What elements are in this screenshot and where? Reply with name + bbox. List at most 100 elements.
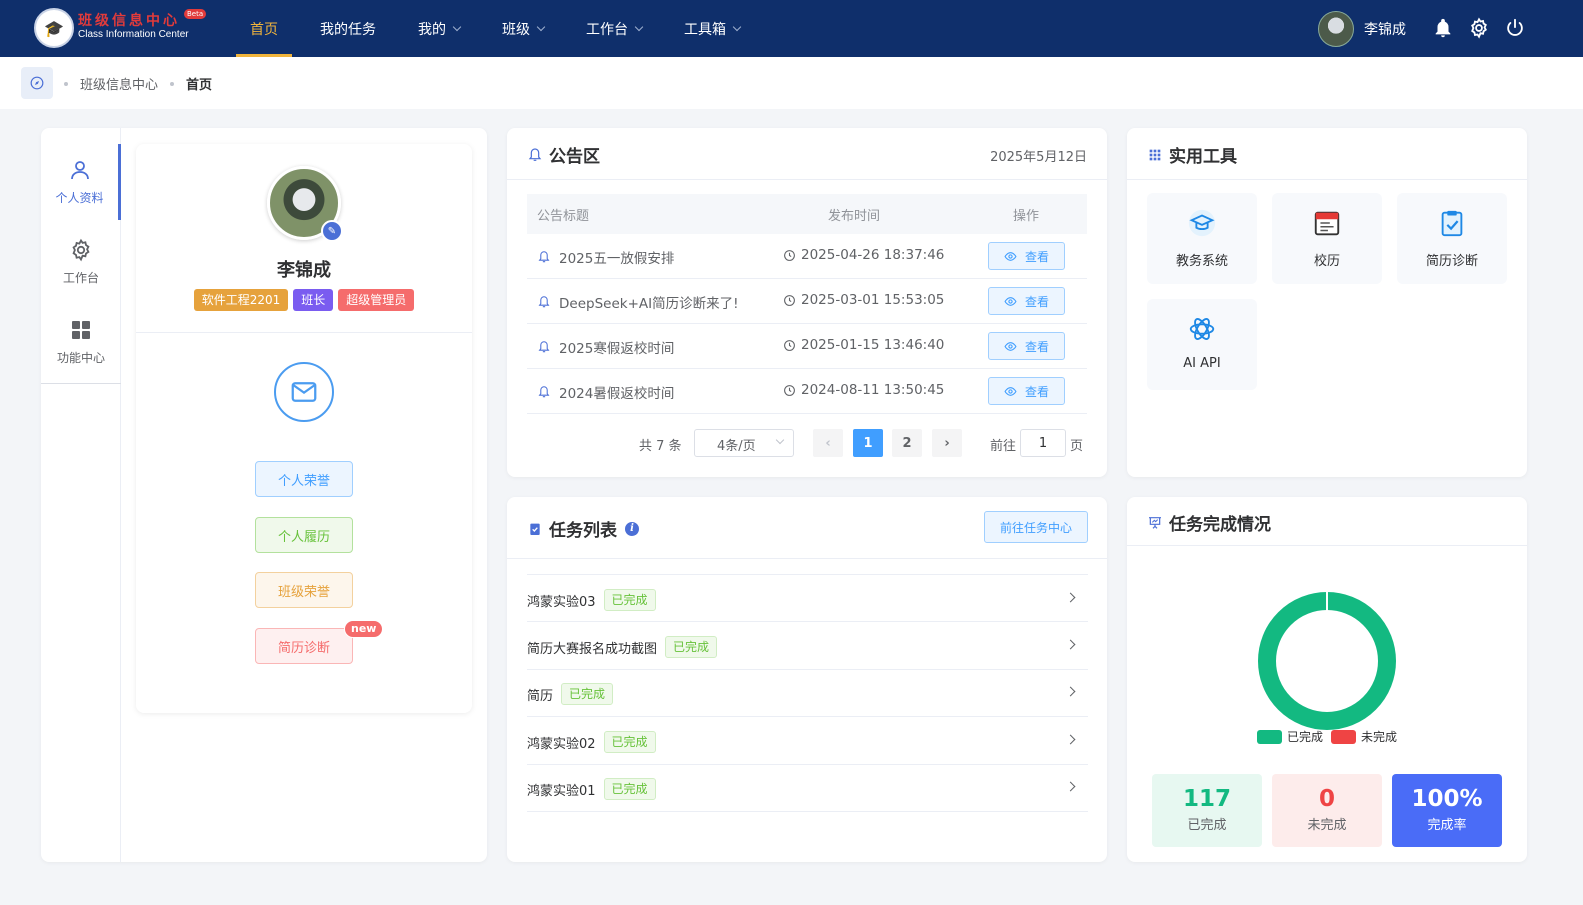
table-row: DeepSeek+AI简历诊断来了! 2025-03-01 15:53:05 查… <box>527 279 1087 324</box>
clipboard-check-icon <box>1441 210 1463 237</box>
goto-page-input[interactable]: 1 <box>1020 429 1066 457</box>
legend-swatch-incomplete[interactable] <box>1331 729 1357 744</box>
nav-mine[interactable]: 我的 <box>404 0 474 57</box>
mail-icon[interactable] <box>274 362 334 422</box>
class-honor-button[interactable]: 班级荣誉 <box>255 572 353 608</box>
apps-icon <box>1149 149 1161 160</box>
logo-emblem-icon: 🎓 <box>34 8 74 48</box>
announcement-row-title[interactable]: 2024暑假返校时间 <box>559 382 674 402</box>
main-nav: 首页 我的任务 我的 班级 工作台 工具箱 <box>236 0 768 57</box>
announcement-row-title[interactable]: DeepSeek+AI简历诊断来了! <box>559 292 739 312</box>
nav-workbench[interactable]: 工作台 <box>572 0 656 57</box>
page-size-value: 4条/页 <box>717 439 756 454</box>
nav-workbench-label: 工作台 <box>586 21 628 38</box>
view-button[interactable]: 查看 <box>988 332 1065 360</box>
personal-resume-button[interactable]: 个人履历 <box>255 517 353 553</box>
graduation-cap-icon <box>1188 209 1216 237</box>
nav-toolbox[interactable]: 工具箱 <box>670 0 754 57</box>
list-item[interactable]: 鸿蒙实验02 已完成 <box>527 717 1088 765</box>
profile-panel: 个人资料 工作台 功能中心 ✎ 李锦成 软件工程2201 班长 超级管理员 个人… <box>41 128 487 862</box>
breadcrumb: 班级信息中心 首页 <box>64 74 212 93</box>
logo[interactable]: 🎓 班级信息中心 Class Information Center Beta <box>34 8 207 48</box>
avatar <box>1318 11 1354 47</box>
completion-donut-chart <box>1258 591 1396 730</box>
bell-icon <box>538 296 550 308</box>
top-navbar: 🎓 班级信息中心 Class Information Center Beta 首… <box>0 0 1583 57</box>
view-button[interactable]: 查看 <box>988 377 1065 405</box>
announcement-row-time: 2024-08-11 13:50:45 <box>801 382 945 398</box>
clipboard-check-icon <box>530 523 540 535</box>
column-header: 操作 <box>1013 209 1040 224</box>
power-icon[interactable] <box>1504 17 1526 39</box>
announcement-date: 2025年5月12日 <box>990 150 1087 165</box>
tab-workbench-label: 工作台 <box>62 271 99 285</box>
announcement-row-title[interactable]: 2025五一放假安排 <box>559 247 674 267</box>
legend-label: 已完成 <box>1287 730 1324 744</box>
clock-icon <box>784 294 795 306</box>
clock-icon <box>784 249 795 261</box>
profile-side-tabs: 个人资料 工作台 功能中心 <box>41 128 121 862</box>
nav-class[interactable]: 班级 <box>488 0 558 57</box>
edit-avatar-icon[interactable]: ✎ <box>321 220 343 242</box>
page-size-select[interactable]: 4条/页 <box>694 429 794 457</box>
chevron-down-icon <box>536 22 546 31</box>
presentation-chart-icon <box>1149 516 1161 529</box>
donut-slice-completed[interactable] <box>1258 592 1396 730</box>
info-icon[interactable]: i <box>625 521 639 536</box>
list-item[interactable]: 简历 已完成 <box>527 669 1088 717</box>
donut-start-marker <box>1326 591 1328 611</box>
announcement-title: 公告区 <box>549 147 600 167</box>
gear-icon[interactable] <box>1468 17 1490 39</box>
stat-value: 0 <box>1318 786 1335 812</box>
list-item[interactable]: 鸿蒙实验03 已完成 <box>527 574 1088 622</box>
tool-resume-diagnosis[interactable]: 简历诊断 <box>1397 193 1507 284</box>
view-button[interactable]: 查看 <box>988 242 1065 270</box>
openai-icon <box>1189 318 1215 340</box>
bell-icon[interactable] <box>1432 17 1454 39</box>
nav-my-tasks[interactable]: 我的任务 <box>306 0 390 57</box>
bell-icon <box>528 147 542 161</box>
resume-diagnosis-button[interactable]: 简历诊断 <box>255 628 353 664</box>
prev-page-button[interactable]: ‹ <box>813 429 843 457</box>
pagination: 共 7 条 4条/页 ‹ 1 2 › 前往 1 页 <box>507 429 1107 459</box>
calendar-icon <box>1314 211 1340 236</box>
nav-mine-label: 我的 <box>418 21 446 38</box>
go-to-task-center-button[interactable]: 前往任务中心 <box>984 511 1088 543</box>
stat-value: 117 <box>1182 786 1231 812</box>
next-page-button[interactable]: › <box>932 429 962 457</box>
tool-label: 教务系统 <box>1175 254 1228 269</box>
tab-function-center[interactable]: 功能中心 <box>41 304 121 380</box>
task-name: 鸿蒙实验01 <box>527 783 596 799</box>
tool-label: 简历诊断 <box>1425 254 1478 269</box>
chevron-down-icon <box>732 22 742 31</box>
status-badge: 已完成 <box>665 636 718 658</box>
personal-honor-button[interactable]: 个人荣誉 <box>255 461 353 497</box>
tab-function-center-label: 功能中心 <box>56 351 105 365</box>
tool-ai-api[interactable]: AI API <box>1147 299 1257 390</box>
tab-profile[interactable]: 个人资料 <box>41 144 121 220</box>
list-item[interactable]: 鸿蒙实验01 已完成 <box>527 764 1088 812</box>
nav-home[interactable]: 首页 <box>236 0 292 57</box>
view-button-label: 查看 <box>1024 249 1049 264</box>
chevron-right-icon <box>1065 639 1076 650</box>
announcement-row-title[interactable]: 2025寒假返校时间 <box>559 337 674 357</box>
view-button[interactable]: 查看 <box>988 287 1065 315</box>
stat-completion-rate: 100% 完成率 <box>1392 774 1502 847</box>
tool-academic-system[interactable]: 教务系统 <box>1147 193 1257 284</box>
view-button-label: 查看 <box>1024 339 1049 354</box>
tool-calendar[interactable]: 校历 <box>1272 193 1382 284</box>
user-menu[interactable]: 李锦成 <box>1318 11 1406 47</box>
status-badge: 已完成 <box>561 683 614 705</box>
breadcrumb-item[interactable]: 班级信息中心 <box>80 74 158 93</box>
legend-swatch-completed[interactable] <box>1257 729 1282 744</box>
table-row: 2025五一放假安排 2025-04-26 18:37:46 查看 <box>527 234 1087 279</box>
announcement-row-time: 2025-01-15 13:46:40 <box>801 337 945 353</box>
list-item[interactable]: 简历大赛报名成功截图 已完成 <box>527 622 1088 670</box>
page-2-button[interactable]: 2 <box>892 429 922 457</box>
view-button-label: 查看 <box>1024 294 1049 309</box>
page-1-button[interactable]: 1 <box>853 429 883 457</box>
nav-class-label: 班级 <box>502 21 530 38</box>
task-list-title: 任务列表 <box>549 521 617 541</box>
compass-icon[interactable] <box>21 67 53 99</box>
tab-workbench[interactable]: 工作台 <box>41 224 121 300</box>
